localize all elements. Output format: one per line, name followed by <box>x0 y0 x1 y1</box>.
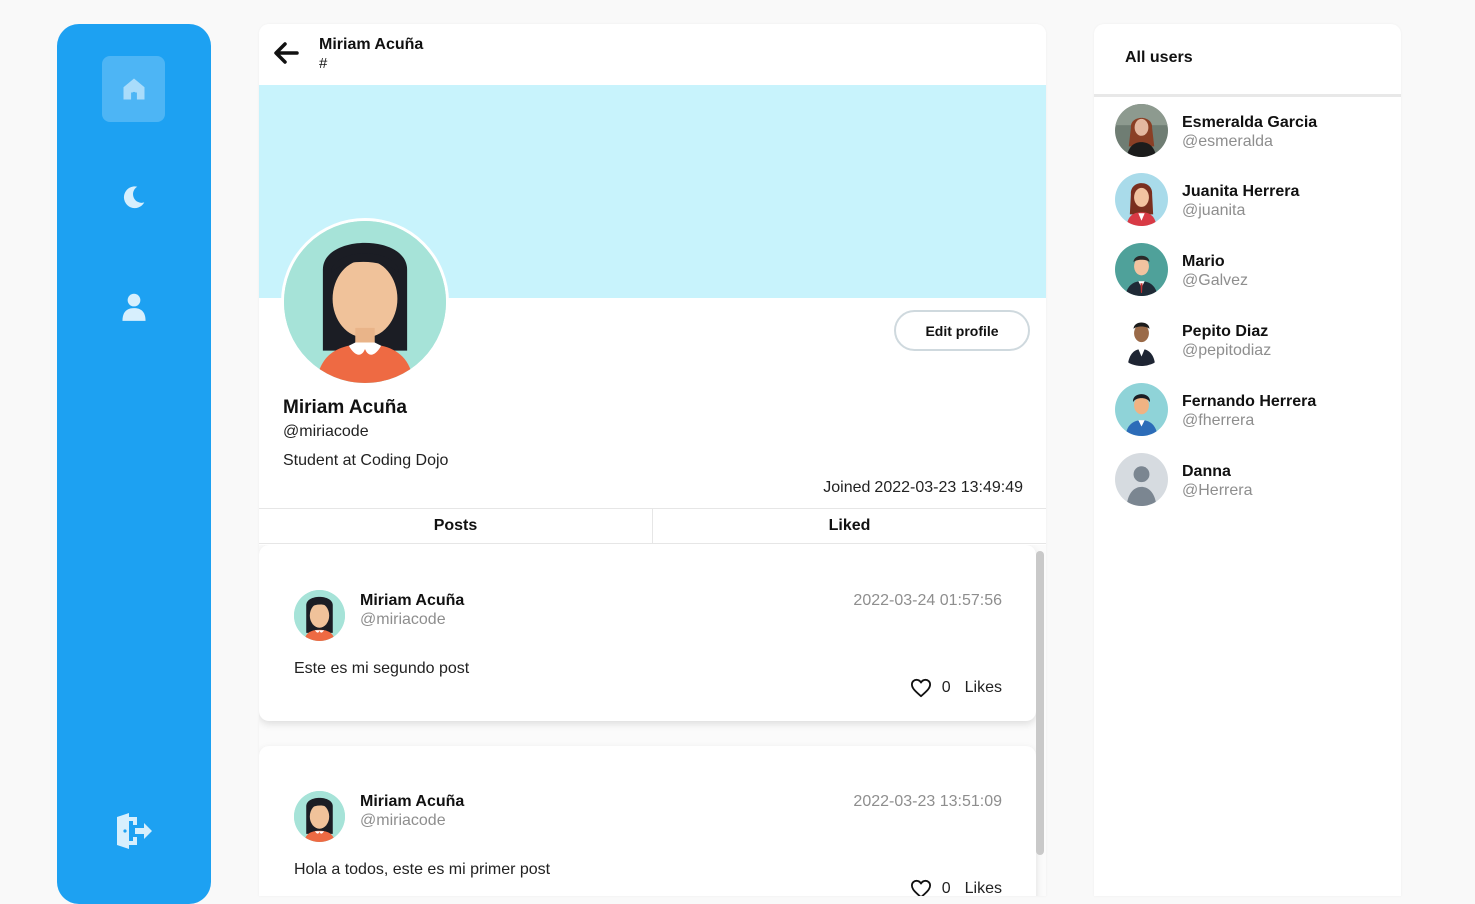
user-name: Pepito Diaz <box>1182 323 1269 340</box>
joined-label: Joined <box>823 479 871 496</box>
woman-avatar-illustration <box>294 791 345 842</box>
user-list-item[interactable]: Pepito Diaz @pepitodiaz <box>1115 313 1385 369</box>
user-handle: @pepitodiaz <box>1182 342 1272 359</box>
profile-bio: Student at Coding Dojo <box>283 452 449 469</box>
header-subtitle: # <box>319 55 328 72</box>
user-name: Fernando Herrera <box>1182 393 1317 410</box>
moon-icon <box>123 186 144 209</box>
user-list-item[interactable]: Danna @Herrera <box>1115 453 1385 509</box>
user-avatar <box>1115 104 1168 157</box>
nav-theme-button[interactable] <box>102 164 165 230</box>
user-list-item[interactable]: Fernando Herrera @fherrera <box>1115 383 1385 439</box>
post-likes: 0 Likes <box>910 678 1002 698</box>
all-users-title: All users <box>1125 49 1193 66</box>
logout-icon <box>116 813 152 849</box>
profile-avatar <box>281 218 449 386</box>
nav-profile-button[interactable] <box>102 274 165 340</box>
user-avatar <box>1115 383 1168 436</box>
post-date: 2022-03-24 01:57:56 <box>853 592 1002 609</box>
post-avatar <box>294 590 345 641</box>
user-list-item[interactable]: Mario @Galvez <box>1115 243 1385 299</box>
user-avatar <box>1115 243 1168 296</box>
user-avatar <box>1115 313 1168 366</box>
home-icon <box>123 78 144 100</box>
edit-profile-button[interactable]: Edit profile <box>894 310 1030 351</box>
profile-tabs: Posts Liked <box>259 508 1046 544</box>
like-count: 0 <box>941 880 951 896</box>
header-name: Miriam Acuña <box>319 36 424 53</box>
post-author-name: Miriam Acuña <box>360 592 465 609</box>
default-avatar-illustration <box>1115 453 1168 506</box>
like-count: 0 <box>941 679 951 696</box>
divider <box>1094 94 1401 97</box>
user-name: Juanita Herrera <box>1182 183 1300 200</box>
likes-label: Likes <box>964 679 1002 696</box>
profile-panel: Miriam Acuña # Edit profile Miriam Acuña… <box>259 24 1046 896</box>
posts-feed: Miriam Acuña @miriacode 2022-03-24 01:57… <box>259 545 1046 896</box>
post-avatar <box>294 791 345 842</box>
tab-posts[interactable]: Posts <box>259 509 652 543</box>
user-list-item[interactable]: Juanita Herrera @juanita <box>1115 173 1385 229</box>
heart-icon[interactable] <box>910 678 932 698</box>
user-avatar <box>1115 453 1168 506</box>
post-author-handle: @miriacode <box>360 611 446 628</box>
profile-name: Miriam Acuña <box>283 397 407 418</box>
profile-header: Miriam Acuña # <box>259 24 1046 85</box>
user-name: Mario <box>1182 253 1225 270</box>
user-name: Esmeralda Garcia <box>1182 114 1318 131</box>
profile-handle: @miriacode <box>283 423 369 440</box>
side-navigation <box>57 24 211 904</box>
nav-home-button[interactable] <box>102 56 165 122</box>
user-icon <box>121 293 146 321</box>
user-handle: @fherrera <box>1182 412 1255 429</box>
user-name: Danna <box>1182 463 1231 480</box>
post-text: Este es mi segundo post <box>294 660 470 677</box>
user-handle: @Galvez <box>1182 272 1249 289</box>
user-list-item[interactable]: Esmeralda Garcia @esmeralda <box>1115 104 1385 160</box>
user-avatar <box>1115 173 1168 226</box>
arrow-left-icon <box>274 42 299 64</box>
post-author-name: Miriam Acuña <box>360 793 465 810</box>
post-author-handle: @miriacode <box>360 812 446 829</box>
likes-label: Likes <box>964 880 1002 896</box>
nav-logout-button[interactable] <box>102 798 165 864</box>
post-text: Hola a todos, este es mi primer post <box>294 861 551 878</box>
post-card: Miriam Acuña @miriacode 2022-03-23 13:51… <box>259 746 1036 896</box>
man-avatar-illustration <box>1115 313 1168 366</box>
woman-avatar-illustration <box>294 590 345 641</box>
user-handle: @esmeralda <box>1182 133 1273 150</box>
man-avatar-illustration <box>1115 383 1168 436</box>
post-date: 2022-03-23 13:51:09 <box>853 793 1002 810</box>
man-avatar-illustration <box>1115 243 1168 296</box>
user-handle: @juanita <box>1182 202 1246 219</box>
user-handle: @Herrera <box>1182 482 1253 499</box>
heart-icon[interactable] <box>910 879 932 896</box>
joined-date: 2022-03-23 13:49:49 <box>874 479 1023 496</box>
tab-liked[interactable]: Liked <box>652 509 1046 543</box>
photo-avatar-illustration <box>1115 104 1168 157</box>
all-users-panel: All users Esmeralda Garcia @esmeralda Ju… <box>1094 24 1401 896</box>
post-likes: 0 Likes <box>910 879 1002 896</box>
woman-avatar-illustration <box>284 221 446 383</box>
back-button[interactable] <box>271 38 301 68</box>
woman-avatar-illustration <box>1115 173 1168 226</box>
feed-scrollbar[interactable] <box>1036 551 1044 855</box>
post-card: Miriam Acuña @miriacode 2022-03-24 01:57… <box>259 545 1036 721</box>
profile-joined: Joined 2022-03-23 13:49:49 <box>823 479 1023 497</box>
